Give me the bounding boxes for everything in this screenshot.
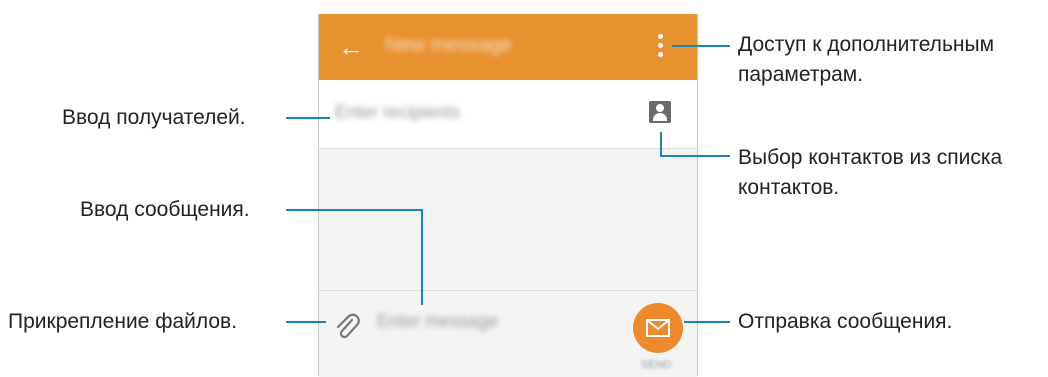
callout-line-message-v bbox=[421, 209, 423, 305]
callout-more-options: Доступ к дополнительным параметрам. bbox=[738, 30, 994, 90]
send-button[interactable] bbox=[633, 303, 683, 353]
callout-line-message-h bbox=[286, 209, 422, 211]
callout-recipients: Ввод получателей. bbox=[62, 106, 246, 129]
callout-contacts-line1: Выбор контактов из списка bbox=[738, 146, 1003, 169]
callout-more-options-line2: параметрам. bbox=[738, 63, 864, 86]
back-arrow-icon[interactable]: ← bbox=[335, 31, 367, 63]
contact-picker-icon[interactable] bbox=[649, 101, 671, 123]
callout-line-recipients bbox=[286, 117, 330, 119]
envelope-icon bbox=[646, 319, 670, 337]
callout-send: Отправка сообщения. bbox=[738, 310, 953, 333]
paperclip-icon[interactable] bbox=[331, 311, 363, 343]
callout-attach: Прикрепление файлов. bbox=[8, 310, 238, 333]
callout-contacts: Выбор контактов из списка контактов. bbox=[738, 143, 1002, 203]
message-input[interactable]: Enter message bbox=[377, 311, 498, 332]
compose-bar: Enter message SEND bbox=[319, 290, 697, 377]
callout-line-contacts-h bbox=[660, 155, 730, 157]
app-bar: ← New message bbox=[319, 14, 697, 80]
callout-line-send bbox=[684, 321, 730, 323]
callout-line-contacts-v bbox=[660, 132, 662, 156]
app-bar-title: New message bbox=[385, 34, 512, 56]
callout-line-more-options bbox=[672, 45, 730, 47]
callout-more-options-line1: Доступ к дополнительным bbox=[738, 33, 995, 56]
more-options-icon[interactable] bbox=[653, 34, 667, 62]
callout-line-attach bbox=[286, 321, 326, 323]
recipient-field-row: Enter recipients bbox=[319, 80, 697, 149]
send-label: SEND bbox=[641, 359, 672, 371]
phone-screen: ← New message Enter recipients Enter mes… bbox=[318, 14, 698, 377]
callout-message: Ввод сообщения. bbox=[80, 198, 250, 221]
recipient-input[interactable]: Enter recipients bbox=[335, 102, 460, 123]
callout-contacts-line2: контактов. bbox=[738, 176, 840, 199]
